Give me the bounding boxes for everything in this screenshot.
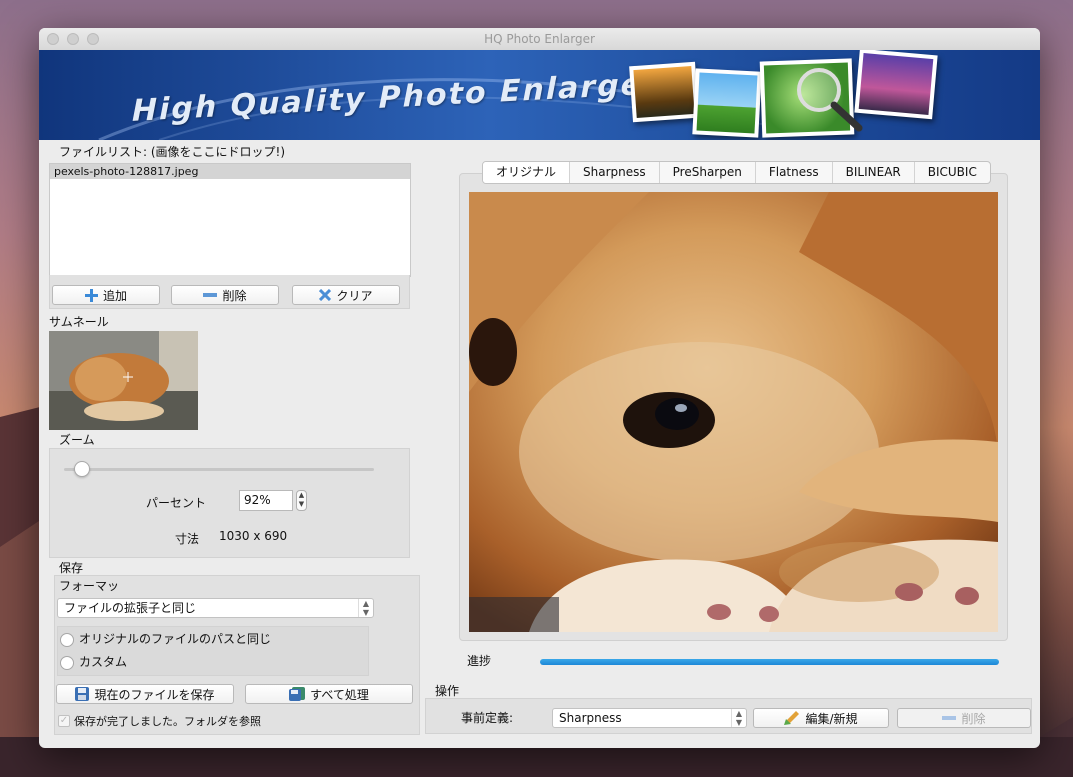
thumbnail-image[interactable] [49, 331, 198, 430]
format-select[interactable]: ファイルの拡張子と同じ ▲ ▼ [57, 598, 374, 618]
progress-label: 進捗 [467, 654, 492, 668]
title-bar: HQ Photo Enlarger [39, 28, 1040, 51]
add-button-label: 追加 [102, 288, 127, 303]
tab-flatness[interactable]: Flatness [756, 162, 833, 183]
percent-stepper[interactable]: ▲ ▼ [296, 490, 307, 511]
floppy-disk-icon [75, 687, 90, 701]
open-folder-checkbox-label: 保存が完了しました。フォルダを参照 [74, 715, 261, 728]
edit-new-label: 編集/新規 [805, 711, 858, 726]
clear-button[interactable]: クリア [292, 285, 400, 305]
file-list[interactable]: pexels-photo-128817.jpeg [49, 163, 411, 277]
close-window-button[interactable] [47, 33, 59, 45]
tab-bilinear[interactable]: BILINEAR [833, 162, 915, 183]
delete-preset-button[interactable]: 削除 [897, 708, 1031, 728]
app-window: HQ Photo Enlarger High Quality Photo Enl… [39, 28, 1040, 748]
custom-radio[interactable] [60, 656, 74, 670]
tab-sharpness[interactable]: Sharpness [570, 162, 660, 183]
clear-button-label: クリア [336, 288, 373, 303]
plus-icon [84, 288, 98, 302]
zoom-slider-knob[interactable] [74, 461, 90, 477]
save-label: 保存 [59, 561, 84, 575]
format-select-value: ファイルの拡張子と同じ [64, 601, 197, 615]
banner-photo-palm [854, 50, 938, 120]
dog-closeup-image [469, 192, 998, 632]
preset-select[interactable]: Sharpness ▲ ▼ [552, 708, 747, 728]
tab-presharpen[interactable]: PreSharpen [660, 162, 756, 183]
progress-bar [540, 659, 999, 665]
tab-bicubic[interactable]: BICUBIC [915, 162, 990, 183]
percent-input[interactable]: 92% [239, 490, 293, 511]
same-path-radio[interactable] [60, 633, 74, 647]
algorithm-tabs: オリジナル Sharpness PreSharpen Flatness BILI… [482, 161, 991, 184]
add-button[interactable]: 追加 [52, 285, 160, 305]
thumbnail-label: サムネール [49, 315, 109, 329]
size-label: 寸法 [175, 532, 200, 546]
edit-pencil-icon [784, 711, 800, 725]
custom-radio-label: カスタム [79, 655, 128, 669]
open-folder-checkbox[interactable]: ✓ [58, 715, 70, 727]
zoom-slider-track[interactable] [64, 468, 374, 471]
save-current-button[interactable]: 現在のファイルを保存 [56, 684, 234, 704]
preset-label: 事前定義: [461, 711, 514, 725]
file-list-label: ファイルリスト: (画像をここにドロップ!) [59, 145, 286, 159]
save-current-label: 現在のファイルを保存 [94, 687, 215, 702]
preview-image[interactable] [469, 192, 998, 632]
file-list-item[interactable]: pexels-photo-128817.jpeg [50, 164, 410, 179]
format-label: フォーマッ [59, 579, 120, 593]
delete-preset-label: 削除 [961, 711, 986, 726]
same-path-radio-label: オリジナルのファイルのパスと同じ [79, 632, 272, 646]
minus-icon [942, 716, 957, 720]
app-banner: High Quality Photo Enlarger [39, 50, 1040, 140]
remove-button[interactable]: 削除 [171, 285, 279, 305]
edit-new-button[interactable]: 編集/新規 [753, 708, 889, 728]
size-value: 1030 x 690 [219, 529, 288, 543]
zoom-label: ズーム [59, 433, 95, 447]
banner-photo-sunset [629, 61, 699, 123]
updown-chevron-icon: ▲ ▼ [731, 709, 746, 727]
minus-icon [203, 293, 218, 297]
process-all-label: すべて処理 [310, 687, 369, 702]
x-icon [319, 289, 332, 301]
updown-chevron-icon: ▲ ▼ [358, 599, 373, 617]
remove-button-label: 削除 [222, 288, 247, 303]
tab-original[interactable]: オリジナル [483, 162, 571, 183]
window-title: HQ Photo Enlarger [484, 32, 595, 46]
percent-label: パーセント [146, 496, 207, 510]
banner-photo-field [692, 68, 762, 138]
save-all-icon [289, 687, 306, 701]
minimize-window-button[interactable] [67, 33, 79, 45]
preset-select-value: Sharpness [559, 711, 622, 725]
operations-label: 操作 [435, 684, 460, 698]
dog-thumbnail [49, 331, 198, 430]
process-all-button[interactable]: すべて処理 [245, 684, 413, 704]
zoom-window-button[interactable] [87, 33, 99, 45]
